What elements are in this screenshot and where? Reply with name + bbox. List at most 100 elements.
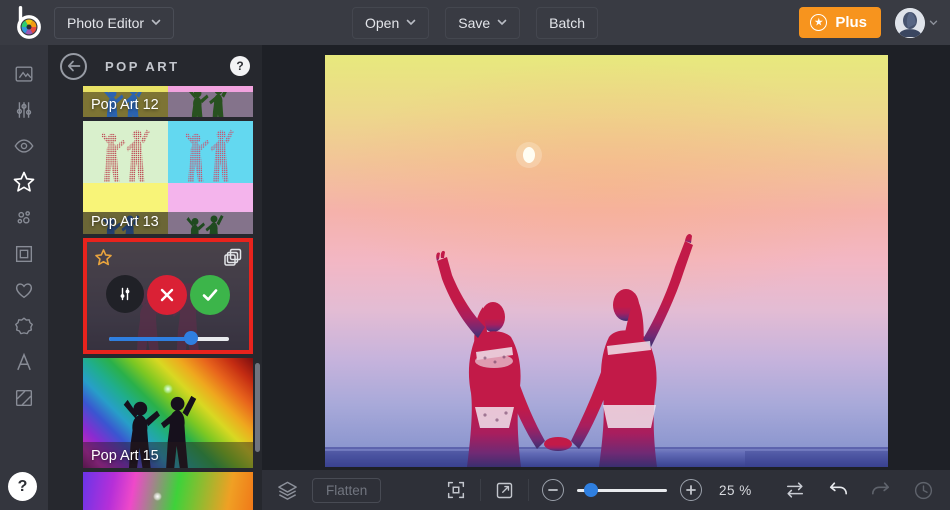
edited-photo[interactable] [325,55,888,467]
frames-icon [13,243,35,265]
thumb-label: Pop Art 13 [91,214,159,230]
sidebar-item-graphics[interactable] [6,308,42,344]
sidebar-item-frames[interactable] [6,236,42,272]
open-label: Open [365,15,399,31]
artsy-icon [13,207,35,229]
sidebar-item-text[interactable] [6,344,42,380]
adjust-sliders-icon [13,99,35,121]
effect-thumb-next-partial[interactable] [83,472,253,510]
panel-title: POP ART [105,59,180,74]
tools-sidebar: ? [0,45,48,510]
sidebar-item-adjust[interactable] [6,92,42,128]
batch-label: Batch [549,15,585,31]
effect-amount-slider[interactable] [109,331,229,345]
textures-icon [13,387,35,409]
undo-button[interactable] [827,480,849,500]
compare-button[interactable] [784,480,806,500]
layers-icon [276,479,299,502]
redo-icon [870,480,892,500]
befunky-logo-icon[interactable] [14,6,44,40]
minus-icon [548,485,558,495]
effect-thumb-pop-art-12[interactable]: Pop Art 12 [83,86,253,117]
sidebar-item-artsy[interactable] [6,200,42,236]
sidebar-item-touchup[interactable] [6,128,42,164]
compare-icon [784,480,806,500]
eye-icon [13,135,35,157]
slider-fill [109,337,191,341]
zoom-in-button[interactable] [680,479,702,501]
open-external-icon [494,480,515,501]
account-menu-button[interactable] [895,8,938,38]
settings-sliders-icon [117,286,133,302]
heart-icon [13,279,35,301]
canvas-zoom-slider[interactable] [577,483,667,497]
effect-settings-button[interactable] [106,275,144,313]
app-menu-label: Photo Editor [67,15,144,31]
history-clock-icon [913,480,934,501]
effect-thumb-pop-art-15[interactable]: Pop Art 15 [83,358,253,468]
canvas-area [262,45,950,470]
favorite-star-icon[interactable] [94,248,113,267]
panel-help-label: ? [236,59,243,73]
apply-check-icon [201,287,219,303]
zoom-out-button[interactable] [542,479,564,501]
plus-upgrade-button[interactable]: ★ Plus [799,7,881,38]
star-circle-icon: ★ [810,14,827,31]
cancel-x-icon [159,287,175,303]
help-label: ? [18,478,28,496]
sidebar-item-overlays[interactable] [6,272,42,308]
chevron-down-icon [151,19,161,26]
divider [480,479,481,501]
top-bar: Photo Editor Open Save Batch ★ Plus [0,0,950,45]
app-menu-button[interactable]: Photo Editor [54,7,174,39]
batch-button[interactable]: Batch [536,7,598,39]
panel-help-button[interactable]: ? [230,56,250,76]
back-button[interactable] [60,53,87,80]
save-label: Save [458,15,490,31]
undo-icon [827,480,849,500]
graphics-badge-icon [13,315,35,337]
pop-art-panel: POP ART ? Pop Art 12 [48,45,262,510]
effect-controls [87,275,249,315]
thumb-label: Pop Art 15 [91,448,159,464]
file-actions: Open Save Batch [352,7,598,39]
help-button[interactable]: ? [8,472,37,501]
arrow-left-icon [67,60,81,72]
redo-button[interactable] [870,480,892,500]
slider-handle[interactable] [584,483,598,497]
effect-thumbnails: Pop Art 12 Pop Art 13 [83,86,253,510]
save-button[interactable]: Save [445,7,520,39]
chevron-down-icon [406,19,416,26]
open-button[interactable]: Open [352,7,429,39]
thumb-label: Pop Art 12 [91,97,159,113]
bottom-bar: Flatten 25 % [262,470,950,510]
effect-thumb-pop-art-13[interactable]: Pop Art 13 [83,121,253,234]
effect-thumb-selected [83,238,253,354]
divider [528,479,529,501]
history-button[interactable] [913,480,934,501]
chevron-down-icon [497,19,507,26]
fit-screen-icon [445,479,467,501]
open-external-button[interactable] [494,480,515,501]
fit-screen-button[interactable] [445,479,467,501]
cancel-effect-button[interactable] [147,275,187,315]
panel-header: POP ART ? [48,45,262,87]
duplicate-icon[interactable] [224,248,242,266]
layers-button[interactable] [276,479,299,502]
panel-scrollbar[interactable] [255,363,260,452]
flatten-button[interactable]: Flatten [312,478,381,503]
apply-effect-button[interactable] [190,275,230,315]
photo-editor-app: Photo Editor Open Save Batch ★ Plus [0,0,950,510]
sidebar-item-effects[interactable] [6,164,42,200]
avatar [895,8,925,38]
moon-glow [153,492,162,501]
sidebar-item-photo-manager[interactable] [6,56,42,92]
slider-handle[interactable] [184,331,198,345]
sidebar-item-textures[interactable] [6,380,42,416]
account-area: ★ Plus [799,7,938,38]
text-icon [13,351,35,373]
effects-star-icon [12,170,36,194]
zoom-percentage: 25 % [719,483,752,498]
photo-icon [13,63,35,85]
plus-label: Plus [835,14,867,31]
